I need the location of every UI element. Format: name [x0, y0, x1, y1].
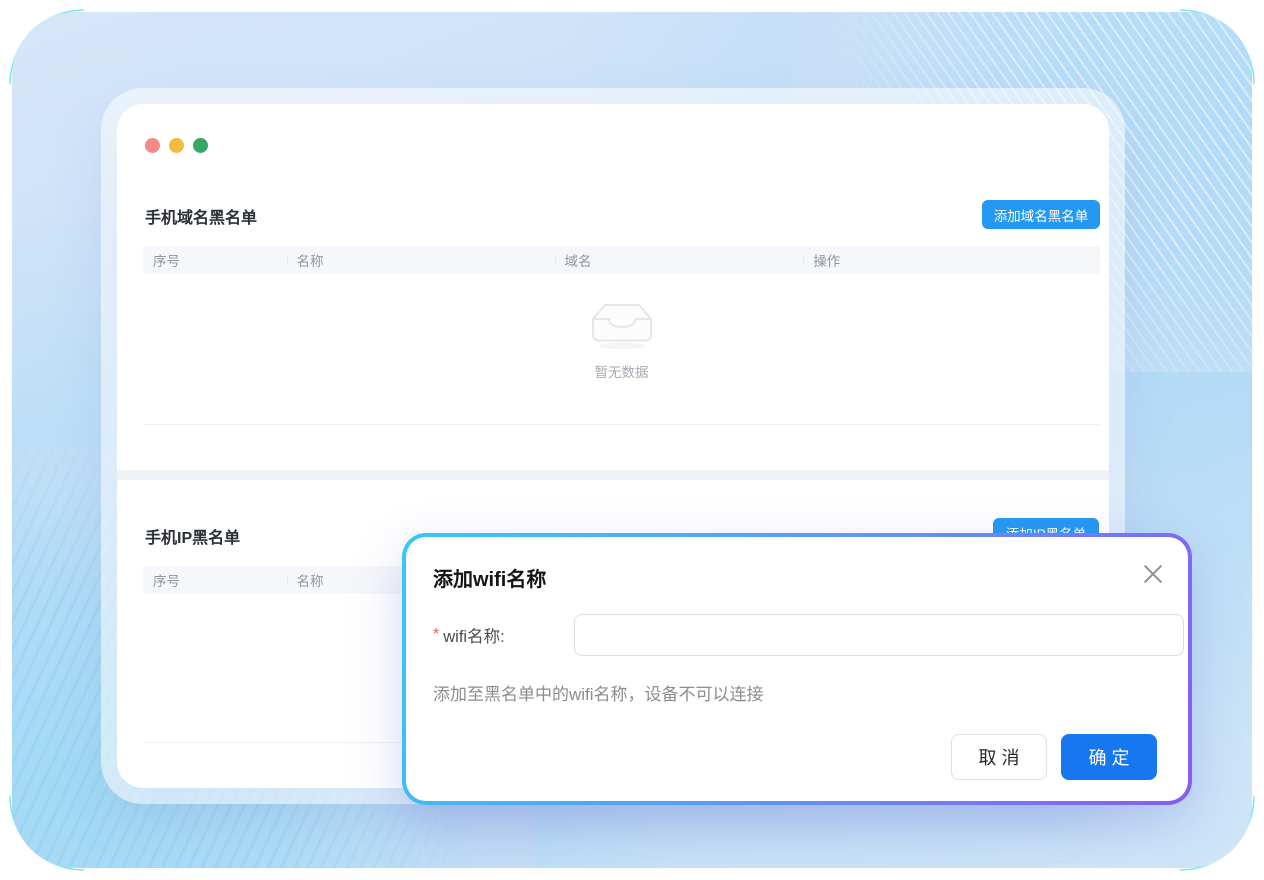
empty-state-text: 暂无数据 — [143, 361, 1100, 381]
page: 手机域名黑名单 添加域名黑名单 序号 名称 域名 操作 暂无数据 手机IP黑名单… — [0, 0, 1264, 880]
section-divider-band — [117, 470, 1109, 480]
column-header-actions: 操作 — [803, 250, 1100, 270]
empty-state: 暂无数据 — [143, 300, 1100, 381]
empty-inbox-icon — [589, 300, 655, 350]
window-controls — [145, 138, 208, 153]
modal-title: 添加wifi名称 — [433, 563, 546, 592]
helper-text: 添加至黑名单中的wifi名称，设备不可以连接 — [433, 680, 764, 705]
ip-blacklist-title: 手机IP黑名单 — [145, 524, 240, 548]
add-wifi-modal: 添加wifi名称 * wifi名称: 添加至黑名单中的wifi名称，设备不可以连… — [402, 533, 1192, 805]
column-header-name: 名称 — [287, 250, 555, 270]
close-icon[interactable] — [1142, 563, 1164, 585]
wifi-name-field-row: * wifi名称: — [433, 614, 515, 656]
cancel-button[interactable]: 取 消 — [951, 734, 1047, 780]
modal-footer: 取 消 确 定 — [951, 734, 1157, 780]
window-zoom-dot-icon[interactable] — [193, 138, 208, 153]
column-header-domain: 域名 — [555, 250, 804, 270]
wifi-name-label: wifi名称: — [443, 623, 504, 647]
window-minimize-dot-icon[interactable] — [169, 138, 184, 153]
add-wifi-modal-body: 添加wifi名称 * wifi名称: 添加至黑名单中的wifi名称，设备不可以连… — [406, 537, 1188, 801]
domain-blacklist-title: 手机域名黑名单 — [145, 204, 257, 228]
wifi-name-input[interactable] — [574, 614, 1184, 656]
column-header-index: 序号 — [143, 570, 287, 590]
column-header-index: 序号 — [143, 250, 287, 270]
add-domain-blacklist-button[interactable]: 添加域名黑名单 — [982, 200, 1100, 229]
required-asterisk: * — [433, 626, 439, 644]
domain-table-header: 序号 名称 域名 操作 — [143, 246, 1100, 274]
table-bottom-divider — [143, 424, 1100, 425]
window-close-dot-icon[interactable] — [145, 138, 160, 153]
confirm-button[interactable]: 确 定 — [1061, 734, 1157, 780]
